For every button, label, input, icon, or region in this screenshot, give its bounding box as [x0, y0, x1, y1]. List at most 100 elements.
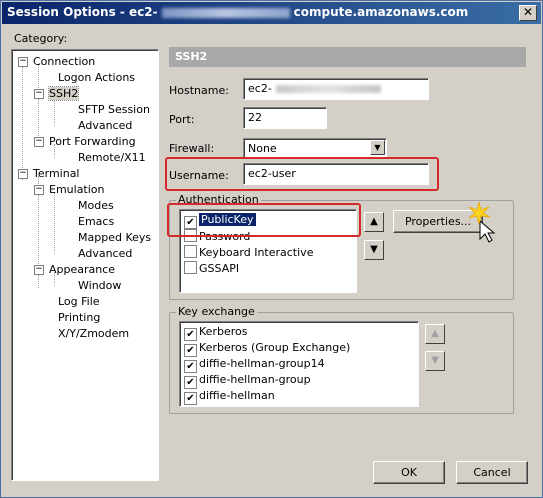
- tree-line: [38, 64, 39, 144]
- hostname-field[interactable]: ec2-: [243, 78, 429, 100]
- auth-item-keyboard-interactive[interactable]: Keyboard Interactive: [184, 245, 313, 259]
- firewall-label: Firewall:: [169, 142, 215, 155]
- tree-line: [54, 192, 55, 254]
- checkbox-checked-icon[interactable]: ✔: [184, 376, 197, 389]
- title-prefix: Session Options - ec2-: [7, 5, 158, 19]
- move-up-button[interactable]: ▲: [364, 212, 384, 232]
- move-down-button[interactable]: ▼: [364, 240, 384, 260]
- arrow-down-icon: ▼: [370, 244, 378, 255]
- checkbox-checked-icon[interactable]: ✔: [184, 392, 197, 405]
- checkbox-checked-icon[interactable]: ✔: [184, 344, 197, 357]
- auth-item-gssapi[interactable]: GSSAPI: [184, 261, 239, 275]
- tree-node-modes[interactable]: Modes: [78, 199, 114, 212]
- tree-label: Remote/X11: [78, 151, 146, 164]
- kex-item-kerberos-group-exchange[interactable]: ✔ Kerberos (Group Exchange): [184, 341, 351, 357]
- category-tree[interactable]: − Connection Logon Actions − SSH2 SFTP S…: [11, 49, 159, 481]
- tree-node-emulation[interactable]: − Emulation: [34, 183, 105, 196]
- redacted-host: [161, 7, 290, 18]
- arrow-up-icon: ▲: [370, 216, 378, 227]
- kex-item-label: Kerberos: [199, 325, 248, 338]
- username-value: ec2-user: [248, 167, 296, 180]
- cancel-button[interactable]: Cancel: [456, 461, 528, 484]
- tree-node-log-file[interactable]: Log File: [58, 295, 100, 308]
- arrow-up-icon: ▲: [431, 328, 439, 339]
- kex-item-dh[interactable]: ✔ diffie-hellman: [184, 389, 275, 405]
- firewall-select[interactable]: None ▼: [243, 138, 387, 159]
- panel-header: SSH2: [169, 47, 526, 67]
- category-label: Category:: [14, 32, 68, 45]
- tree-label: Emulation: [49, 183, 105, 196]
- kex-item-kerberos[interactable]: ✔ Kerberos: [184, 325, 248, 341]
- kex-move-down-button[interactable]: ▼: [425, 351, 445, 371]
- port-field[interactable]: 22: [243, 107, 327, 129]
- username-label: Username:: [169, 169, 229, 182]
- key-exchange-title: Key exchange: [176, 305, 257, 318]
- username-field[interactable]: ec2-user: [243, 163, 429, 185]
- arrow-down-icon: ▼: [431, 355, 439, 366]
- tree-node-terminal[interactable]: − Terminal: [18, 167, 80, 180]
- tree-node-ssh2-advanced[interactable]: Advanced: [78, 119, 132, 132]
- port-label: Port:: [169, 113, 195, 126]
- ok-button[interactable]: OK: [373, 461, 445, 484]
- panel-title: SSH2: [175, 50, 208, 63]
- tree-node-connection[interactable]: − Connection: [18, 55, 95, 68]
- properties-label: Properties...: [404, 215, 472, 228]
- firewall-value: None: [248, 142, 277, 155]
- tree-label: Port Forwarding: [49, 135, 136, 148]
- tree-label: Advanced: [78, 119, 133, 132]
- tree-label: Printing: [58, 311, 101, 324]
- key-exchange-list[interactable]: ✔ Kerberos ✔ Kerberos (Group Exchange) ✔ di…: [179, 321, 419, 407]
- tree-node-logon-actions[interactable]: Logon Actions: [58, 71, 135, 84]
- port-value: 22: [248, 111, 262, 124]
- tree-label: Log File: [58, 295, 100, 308]
- hostname-value: ec2-: [248, 82, 272, 95]
- kex-item-dh-group[interactable]: ✔ diffie-hellman-group: [184, 373, 311, 389]
- collapse-icon[interactable]: −: [34, 265, 44, 275]
- close-icon: ✕: [522, 5, 534, 19]
- collapse-icon[interactable]: −: [34, 185, 44, 195]
- tree-label: Terminal: [33, 167, 80, 180]
- collapse-icon[interactable]: −: [18, 57, 28, 67]
- auth-item-label: GSSAPI: [199, 262, 240, 275]
- tree-label: Emacs: [78, 215, 115, 228]
- tree-line: [22, 64, 23, 180]
- kex-item-label: diffie-hellman-group14: [199, 357, 325, 370]
- auth-item-label: Keyboard Interactive: [199, 246, 314, 259]
- publickey-highlight: [167, 203, 361, 237]
- tree-label: Window: [78, 279, 122, 292]
- title-bar: Session Options - ec2- compute.amazonaws.…: [2, 2, 541, 24]
- tree-node-port-forwarding[interactable]: − Port Forwarding: [34, 135, 136, 148]
- tree-node-emacs[interactable]: Emacs: [78, 215, 114, 228]
- tree-node-mapped-keys[interactable]: Mapped Keys: [78, 231, 151, 244]
- cancel-label: Cancel: [473, 466, 511, 479]
- collapse-icon[interactable]: −: [18, 169, 28, 179]
- checkbox-checked-icon[interactable]: ✔: [184, 328, 197, 341]
- collapse-icon[interactable]: −: [34, 137, 44, 147]
- tree-label: Appearance: [49, 263, 116, 276]
- tree-node-sftp-session[interactable]: SFTP Session: [78, 103, 150, 116]
- redacted-hostname: [275, 85, 381, 93]
- tree-node-remote-x11[interactable]: Remote/X11: [78, 151, 146, 164]
- tree-node-xyzmodem[interactable]: X/Y/Zmodem: [58, 327, 129, 340]
- kex-move-up-button[interactable]: ▲: [425, 324, 445, 344]
- checkbox-checked-icon[interactable]: ✔: [184, 360, 197, 373]
- tree-label: Modes: [78, 199, 114, 212]
- tree-label: Advanced: [78, 247, 133, 260]
- tree-label: SSH2: [47, 86, 80, 101]
- checkbox-unchecked-icon[interactable]: [184, 245, 197, 258]
- kex-item-dh-group14[interactable]: ✔ diffie-hellman-group14: [184, 357, 325, 373]
- tree-node-window[interactable]: Window: [78, 279, 121, 292]
- tree-node-emulation-advanced[interactable]: Advanced: [78, 247, 132, 260]
- tree-label: Mapped Keys: [78, 231, 152, 244]
- title-suffix: compute.amazonaws.com: [293, 5, 469, 19]
- tree-node-ssh2[interactable]: − SSH2: [34, 86, 80, 101]
- tree-label: Connection: [33, 55, 96, 68]
- chevron-down-icon[interactable]: ▼: [370, 140, 385, 155]
- collapse-icon[interactable]: −: [34, 89, 44, 99]
- close-button[interactable]: ✕: [519, 5, 537, 21]
- tree-label: Logon Actions: [58, 71, 136, 84]
- tree-node-appearance[interactable]: − Appearance: [34, 263, 115, 276]
- tree-node-printing[interactable]: Printing: [58, 311, 100, 324]
- kex-item-label: Kerberos (Group Exchange): [199, 341, 351, 354]
- checkbox-unchecked-icon[interactable]: [184, 261, 197, 274]
